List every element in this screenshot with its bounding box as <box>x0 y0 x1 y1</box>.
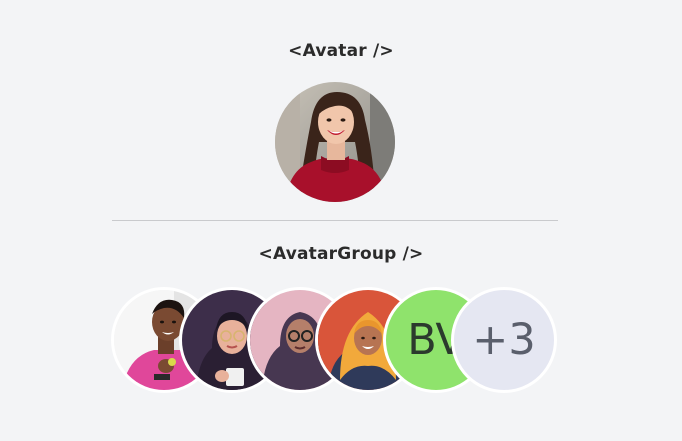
avatar-heading: <Avatar /> <box>288 41 394 61</box>
avatar-group-heading: <AvatarGroup /> <box>258 244 424 264</box>
overflow-count-text: +3 <box>472 315 536 365</box>
single-avatar[interactable] <box>275 82 395 202</box>
group-avatar-overflow-count[interactable]: +3 <box>451 287 557 393</box>
avatar-group: BV +3 <box>111 287 561 393</box>
section-divider <box>112 220 558 221</box>
avatar-demo-page: <Avatar /> <AvatarGroup /> BV +3 <box>0 0 682 441</box>
woman-photo-icon <box>275 82 395 202</box>
